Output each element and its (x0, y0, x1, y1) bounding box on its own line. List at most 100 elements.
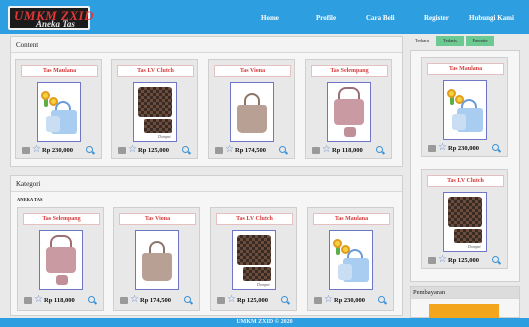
product-actions: ☆ Rp 174,500 (120, 294, 200, 306)
product-name[interactable]: Tas Maulana (21, 65, 98, 77)
cart-icon[interactable] (24, 297, 32, 304)
footer-bar: UMKM ZXID © 2020 (0, 318, 529, 327)
nav-home[interactable]: Home (261, 14, 279, 22)
product-price: Rp 125,000 (138, 147, 170, 154)
cart-icon[interactable] (217, 297, 225, 304)
sidebar-panel: Tas Maulana ☆ Rp 230,000 Tas LV Clutch D… (410, 50, 520, 282)
product-image[interactable] (327, 82, 371, 142)
product-actions: ☆ Rp 118,000 (312, 144, 392, 156)
product-name[interactable]: Tas Selempang (23, 213, 100, 225)
product-name[interactable]: Tas LV Clutch (427, 175, 504, 187)
cart-icon[interactable] (215, 147, 223, 154)
star-icon[interactable]: ☆ (32, 144, 41, 156)
product-image[interactable] (37, 82, 81, 142)
product-name[interactable]: Tas LV Clutch (216, 213, 293, 225)
search-icon[interactable] (184, 296, 191, 303)
content-panel: Content Tas Maulana ☆ Rp 230,000 Tas LV … (10, 36, 403, 167)
product-card[interactable]: Tas LV Clutch Dompet ☆ Rp 125,000 (111, 59, 198, 159)
product-image[interactable] (39, 230, 83, 290)
product-price: Rp 125,000 (237, 297, 269, 304)
product-image[interactable]: Dompet (443, 192, 487, 252)
cart-icon[interactable] (118, 147, 126, 154)
search-icon[interactable] (492, 144, 499, 151)
search-icon[interactable] (182, 146, 189, 153)
star-icon[interactable]: ☆ (130, 294, 139, 306)
sidebar-product-card[interactable]: Tas Maulana ☆ Rp 230,000 (421, 57, 508, 157)
cart-icon[interactable] (312, 147, 320, 154)
product-price: Rp 174,500 (140, 297, 172, 304)
product-actions: ☆ Rp 125,000 (217, 294, 297, 306)
star-icon[interactable]: ☆ (438, 254, 447, 266)
content-panel-header: Content (11, 37, 402, 53)
tab-favorite[interactable]: Favorite (466, 36, 494, 46)
product-image[interactable] (135, 230, 179, 290)
nav-hubungi-kami[interactable]: Hubungi Kami (469, 14, 514, 22)
product-card[interactable]: Tas Selempang ☆ Rp 118,000 (17, 207, 104, 311)
brand-logo[interactable]: UMKM ZXID Aneka Tas (8, 6, 94, 30)
pembayaran-title: Pembayaran (413, 289, 446, 296)
search-icon[interactable] (378, 296, 385, 303)
star-icon[interactable]: ☆ (227, 294, 236, 306)
product-image[interactable] (443, 80, 487, 140)
product-actions: ☆ Rp 125,000 (428, 254, 508, 266)
product-name[interactable]: Tas Maulana (313, 213, 390, 225)
payment-logo (429, 304, 499, 319)
product-name[interactable]: Tas Viona (214, 65, 291, 77)
tab-terbaru[interactable]: Terbaru (410, 36, 434, 46)
product-card[interactable]: Tas Viona ☆ Rp 174,500 (208, 59, 295, 159)
footer-text: UMKM ZXID © 2020 (236, 319, 293, 325)
search-icon[interactable] (88, 296, 95, 303)
star-icon[interactable]: ☆ (34, 294, 43, 306)
product-card[interactable]: Tas Maulana ☆ Rp 230,000 (307, 207, 394, 311)
search-icon[interactable] (492, 256, 499, 263)
image-tag: Dompet (158, 134, 171, 139)
kategori-panel: Kategori ANEKA TAS Tas Selempang ☆ Rp 11… (10, 175, 403, 316)
product-image[interactable]: Dompet (133, 82, 177, 142)
product-card[interactable]: Tas Viona ☆ Rp 174,500 (113, 207, 200, 311)
star-icon[interactable]: ☆ (128, 144, 137, 156)
content-title: Content (16, 41, 39, 49)
kategori-subtitle[interactable]: ANEKA TAS (17, 197, 42, 202)
product-price: Rp 118,000 (44, 297, 75, 304)
cart-icon[interactable] (428, 145, 436, 152)
product-name[interactable]: Tas Selempang (311, 65, 388, 77)
header-bar: UMKM ZXID Aneka Tas Home Profile Cara Be… (0, 0, 529, 34)
product-image[interactable] (329, 230, 373, 290)
product-card[interactable]: Tas LV Clutch Dompet ☆ Rp 125,000 (210, 207, 297, 311)
sidebar-tabs: Terbaru Terlaris Favorite (410, 36, 520, 48)
product-card[interactable]: Tas Selempang ☆ Rp 118,000 (305, 59, 392, 159)
nav-register[interactable]: Register (424, 14, 449, 22)
product-name[interactable]: Tas Maulana (427, 63, 504, 75)
cart-icon[interactable] (120, 297, 128, 304)
product-price: Rp 125,000 (448, 257, 480, 264)
cart-icon[interactable] (428, 257, 436, 264)
product-name[interactable]: Tas Viona (119, 213, 196, 225)
image-tag: Dompet (468, 244, 481, 249)
pembayaran-panel: Pembayaran (410, 286, 520, 319)
kategori-title: Kategori (16, 180, 41, 188)
search-icon[interactable] (279, 146, 286, 153)
tab-terlaris[interactable]: Terlaris (436, 36, 464, 46)
product-price: Rp 230,000 (334, 297, 366, 304)
star-icon[interactable]: ☆ (322, 144, 331, 156)
cart-icon[interactable] (22, 147, 30, 154)
sidebar-product-card[interactable]: Tas LV Clutch Dompet ☆ Rp 125,000 (421, 169, 508, 269)
product-image[interactable] (230, 82, 274, 142)
kategori-panel-header: Kategori (11, 176, 402, 192)
nav-cara-beli[interactable]: Cara Beli (366, 14, 395, 22)
product-actions: ☆ Rp 174,500 (215, 144, 295, 156)
nav-profile[interactable]: Profile (316, 14, 336, 22)
product-card[interactable]: Tas Maulana ☆ Rp 230,000 (15, 59, 102, 159)
search-icon[interactable] (281, 296, 288, 303)
search-icon[interactable] (376, 146, 383, 153)
cart-icon[interactable] (314, 297, 322, 304)
product-image[interactable]: Dompet (232, 230, 276, 290)
image-tag: Dompet (257, 282, 270, 287)
product-actions: ☆ Rp 125,000 (118, 144, 198, 156)
star-icon[interactable]: ☆ (324, 294, 333, 306)
product-price: Rp 230,000 (448, 145, 480, 152)
product-name[interactable]: Tas LV Clutch (117, 65, 194, 77)
star-icon[interactable]: ☆ (438, 142, 447, 154)
star-icon[interactable]: ☆ (225, 144, 234, 156)
search-icon[interactable] (86, 146, 93, 153)
